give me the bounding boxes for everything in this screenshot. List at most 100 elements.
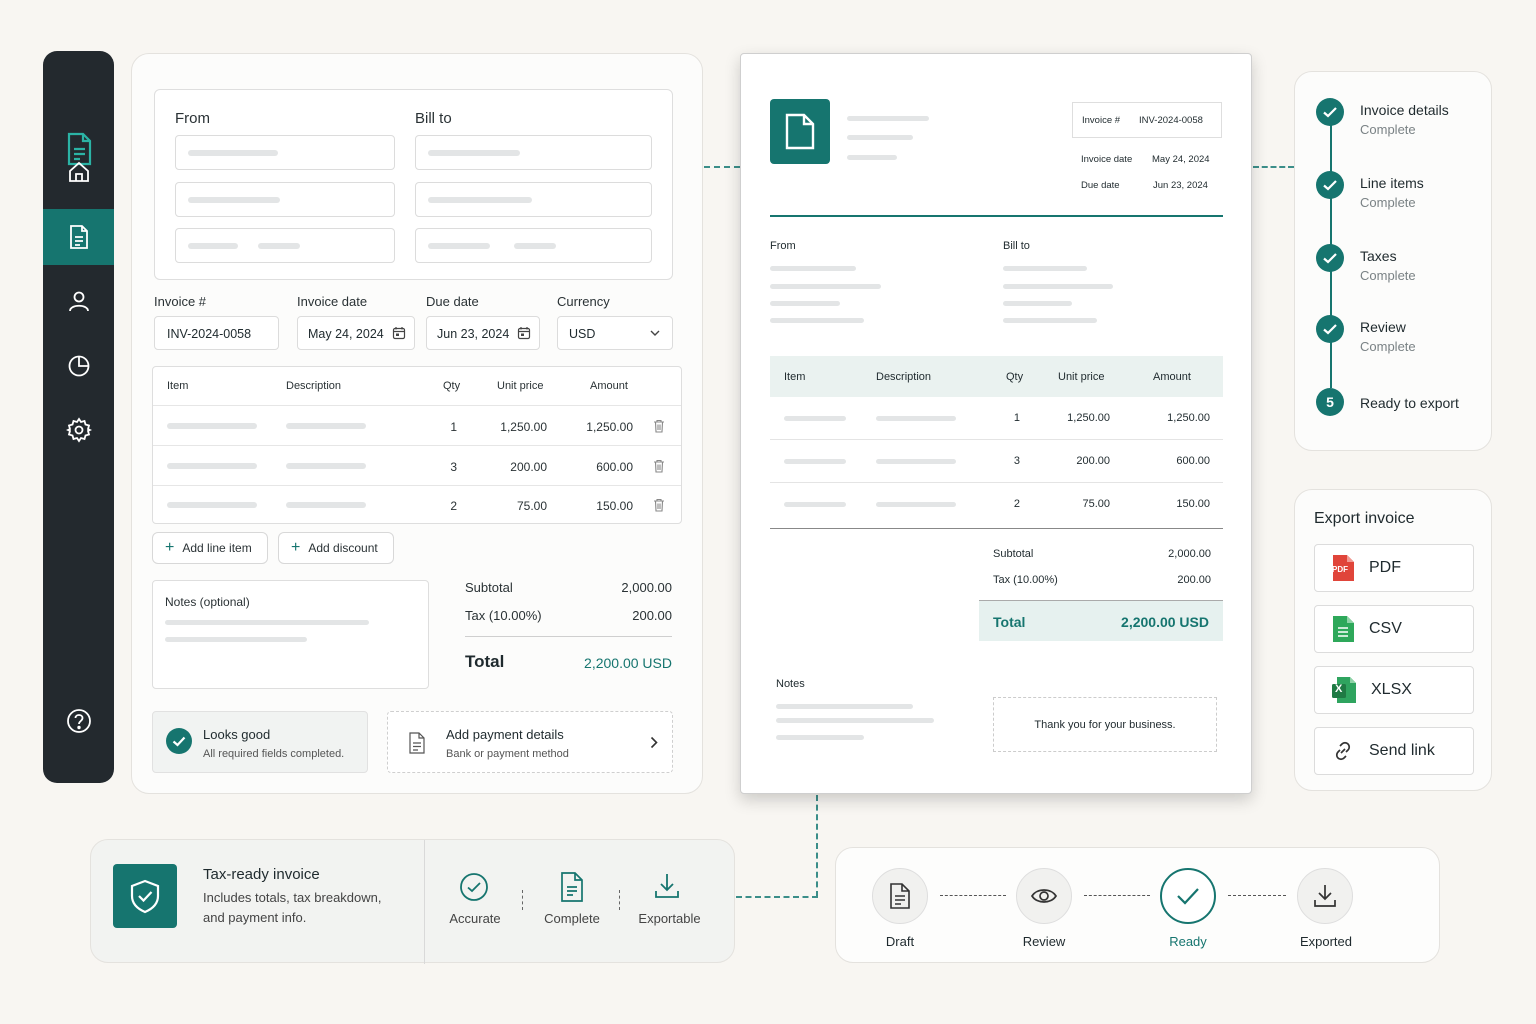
download-icon xyxy=(655,874,679,898)
add-line-item-button[interactable]: + Add line item xyxy=(152,532,268,564)
preview-subtotal-label: Subtotal xyxy=(993,548,1034,560)
step-check-icon xyxy=(1316,244,1344,272)
preview-row-unit-price: 75.00 xyxy=(1082,498,1110,510)
reports-chart-icon[interactable] xyxy=(43,338,114,394)
parties-section: From Bill to xyxy=(154,89,673,280)
feature-accurate: Accurate xyxy=(449,911,501,926)
preview-subtotal-value: 2,000.00 xyxy=(1168,548,1211,560)
looks-good-subtitle: All required fields completed. xyxy=(203,748,345,760)
from-address-field[interactable] xyxy=(175,182,395,217)
export-xlsx-button[interactable]: X XLSX xyxy=(1314,666,1474,714)
step-title: Review xyxy=(1360,319,1406,335)
table-row[interactable]: 1 1,250.00 1,250.00 xyxy=(153,405,681,445)
calendar-icon[interactable] xyxy=(517,326,531,340)
link-icon xyxy=(1335,741,1351,761)
row-unit-price: 75.00 xyxy=(516,499,547,513)
tax-label: Tax (10.00%) xyxy=(465,608,542,623)
due-date-input[interactable]: Jun 23, 2024 xyxy=(426,316,540,350)
payment-subtitle: Bank or payment method xyxy=(446,748,569,760)
send-link-button[interactable]: Send link xyxy=(1314,727,1474,775)
help-icon[interactable] xyxy=(43,693,114,749)
col-item: Item xyxy=(167,380,189,392)
draft-stage[interactable] xyxy=(872,868,928,924)
csv-file-icon xyxy=(1333,616,1354,642)
exported-stage[interactable] xyxy=(1297,868,1353,924)
step-check-icon xyxy=(1316,315,1344,343)
trash-icon[interactable] xyxy=(653,498,665,512)
row-unit-price: 200.00 xyxy=(510,460,547,474)
preview-total-value: 2,200.00 USD xyxy=(1121,614,1209,630)
payment-title: Add payment details xyxy=(446,727,564,742)
step-check-icon xyxy=(1316,171,1344,199)
tax-ready-desc-line1: Includes totals, tax breakdown, xyxy=(203,890,382,905)
accurate-check-icon xyxy=(460,873,488,901)
billto-name-field[interactable] xyxy=(415,135,652,170)
subtotal-value: 2,000.00 xyxy=(621,580,672,595)
invoice-date-input[interactable]: May 24, 2024 xyxy=(297,316,415,350)
from-city-field[interactable] xyxy=(175,228,395,263)
complete-document-icon xyxy=(561,872,583,902)
preview-total-label: Total xyxy=(993,614,1026,630)
preview-table-header: Item Description Qty Unit price Amount xyxy=(770,356,1223,397)
col-unit-price: Unit price xyxy=(497,380,544,392)
tax-ready-title: Tax-ready invoice xyxy=(203,866,320,883)
row-amount: 150.00 xyxy=(596,499,633,513)
due-date-label: Due date xyxy=(426,294,479,309)
billto-address-field[interactable] xyxy=(415,182,652,217)
sidebar xyxy=(43,51,114,783)
export-pdf-button[interactable]: PDF PDF xyxy=(1314,544,1474,592)
send-link-label: Send link xyxy=(1369,742,1435,759)
billto-city-field[interactable] xyxy=(415,228,652,263)
preview-row-unit-price: 200.00 xyxy=(1076,455,1110,467)
preview-invoice-no-label: Invoice # xyxy=(1082,115,1121,126)
add-discount-button[interactable]: + Add discount xyxy=(278,532,394,564)
document-icon xyxy=(409,732,425,754)
step-number: 5 xyxy=(1326,394,1334,410)
row-qty: 3 xyxy=(450,460,457,474)
table-row[interactable]: 2 75.00 150.00 xyxy=(153,485,681,524)
preview-table-row: 1 1,250.00 1,250.00 xyxy=(770,397,1223,440)
ready-label: Ready xyxy=(1169,934,1207,949)
tax-value: 200.00 xyxy=(632,608,672,623)
invoice-no-input[interactable]: INV-2024-0058 xyxy=(154,316,279,350)
check-circle-icon xyxy=(166,728,192,754)
user-icon[interactable] xyxy=(43,273,114,329)
eye-icon xyxy=(1030,889,1058,903)
col-amount: Amount xyxy=(590,380,628,392)
table-row[interactable]: 3 200.00 600.00 xyxy=(153,445,681,485)
ready-stage[interactable] xyxy=(1160,868,1216,924)
export-csv-button[interactable]: CSV xyxy=(1314,605,1474,653)
tax-ready-desc-line2: and payment info. xyxy=(203,910,307,925)
pdf-badge: PDF xyxy=(1332,565,1348,574)
notes-field[interactable]: Notes (optional) xyxy=(152,580,429,689)
preview-col-qty: Qty xyxy=(1006,371,1024,383)
currency-select[interactable]: USD xyxy=(557,316,673,350)
calendar-icon[interactable] xyxy=(392,326,406,340)
preview-row-amount: 1,250.00 xyxy=(1167,412,1210,424)
invoice-logo-icon xyxy=(770,99,830,164)
invoice-number-box: Invoice # INV-2024-0058 xyxy=(1072,102,1222,138)
trash-icon[interactable] xyxy=(653,459,665,473)
from-name-field[interactable] xyxy=(175,135,395,170)
ready-check-icon xyxy=(1177,888,1199,905)
row-qty: 1 xyxy=(450,420,457,434)
review-stage[interactable] xyxy=(1016,868,1072,924)
due-date-value: Jun 23, 2024 xyxy=(437,327,510,341)
line-items-table: Item Description Qty Unit price Amount 1… xyxy=(152,366,682,524)
home-icon[interactable] xyxy=(43,144,114,200)
step-title: Invoice details xyxy=(1360,102,1449,118)
nav-invoices-icon[interactable] xyxy=(43,209,114,265)
draft-label: Draft xyxy=(885,934,915,949)
invoice-preview: Invoice # INV-2024-0058 Invoice date May… xyxy=(740,53,1252,794)
settings-gear-icon[interactable] xyxy=(43,402,114,458)
add-payment-details-button[interactable]: Add payment details Bank or payment meth… xyxy=(387,711,673,773)
invoice-date-label: Invoice date xyxy=(297,294,368,309)
step-status: Complete xyxy=(1360,122,1416,137)
subtotal-label: Subtotal xyxy=(465,580,513,595)
trash-icon[interactable] xyxy=(653,419,665,433)
looks-good-title: Looks good xyxy=(203,727,271,742)
notes-label: Notes (optional) xyxy=(165,595,250,609)
preview-col-item: Item xyxy=(784,371,806,383)
preview-total-box: Total 2,200.00 USD xyxy=(979,600,1223,641)
tax-ready-summary: Tax-ready invoice Includes totals, tax b… xyxy=(90,839,735,964)
